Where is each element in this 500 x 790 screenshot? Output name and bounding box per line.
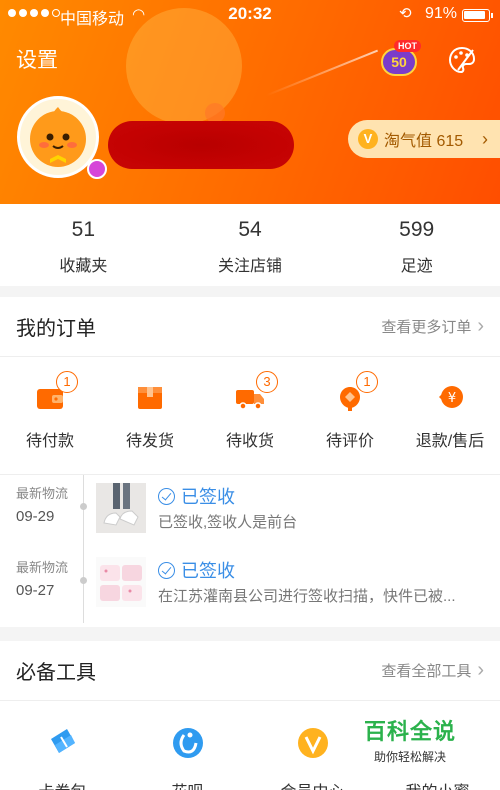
- view-all-orders-label: 查看更多订单: [381, 319, 472, 336]
- svg-text:¥: ¥: [448, 391, 456, 406]
- username-redacted: [108, 121, 294, 169]
- stat-count: 54: [238, 218, 262, 241]
- tool-label: 会员中心: [250, 778, 375, 790]
- stat-footprints[interactable]: 599 足迹: [333, 204, 500, 286]
- check-circle-icon: [158, 487, 175, 505]
- orders-section: 我的订单 查看更多订单 › 1 待付款 待发货 3 待收货 1 待评价 ¥ 退款…: [0, 297, 500, 627]
- delivery-status-label: 已签收: [181, 561, 235, 581]
- watermark-title: 百科全说: [363, 719, 456, 744]
- tool-label: 我的小蜜: [375, 778, 500, 790]
- order-pending-payment[interactable]: 1 待付款: [0, 357, 100, 474]
- view-all-tools-label: 查看全部工具: [381, 663, 472, 680]
- avatar[interactable]: [17, 96, 107, 179]
- order-label: 待收货: [225, 433, 274, 450]
- huabei-icon: [172, 728, 203, 758]
- stat-label: 关注店铺: [218, 258, 283, 275]
- order-refund[interactable]: ¥ 退款/售后: [400, 357, 500, 474]
- hot-tag: HOT: [394, 40, 421, 52]
- order-status-row: 1 待付款 待发货 3 待收货 1 待评价 ¥ 退款/售后: [0, 357, 500, 475]
- order-label: 待付款: [25, 433, 74, 450]
- order-count-badge: 1: [356, 371, 378, 393]
- stat-label: 足迹: [400, 258, 433, 275]
- taoqi-v-icon: V: [358, 129, 378, 149]
- product-thumbnail-fabric: [96, 557, 146, 607]
- stat-favorites[interactable]: 51 收藏夹: [0, 204, 167, 286]
- order-label: 退款/售后: [415, 433, 485, 450]
- battery-icon: [462, 9, 493, 22]
- vip-icon: [297, 728, 328, 758]
- tool-label: 卡券包: [0, 778, 125, 790]
- settings-button[interactable]: 设置: [16, 44, 58, 74]
- chevron-right-icon: ›: [477, 659, 484, 681]
- timeline-line: [83, 475, 84, 549]
- decor-dot: [205, 103, 225, 123]
- profile-header: 中国移动 ◠ 20:32 ⟲ 91% 设置 50 HOT V 淘气值 615 ›: [0, 0, 500, 204]
- stat-count: 599: [399, 218, 435, 241]
- timeline-dot: [80, 503, 87, 510]
- order-count-badge: 1: [56, 371, 78, 393]
- order-pending-receipt[interactable]: 3 待收货: [200, 357, 300, 474]
- level-badge-button[interactable]: 50 HOT: [378, 40, 421, 78]
- skin-palette-icon[interactable]: [446, 44, 478, 76]
- badge-pin-icon: [87, 159, 107, 179]
- delivery-status-label: 已签收: [181, 487, 235, 507]
- delivery-description: 已签收,签收人是前台: [158, 514, 298, 531]
- status-bar: 中国移动 ◠ 20:32 ⟲ 91%: [0, 0, 500, 28]
- battery-percent: 91%: [425, 5, 458, 22]
- watermark-logo: 百科全说 助你轻松解决: [340, 714, 480, 765]
- watermark-subtitle: 助你轻松解决: [373, 750, 446, 764]
- order-count-badge: 3: [256, 371, 278, 393]
- check-circle-icon: [158, 561, 175, 579]
- view-all-orders-link[interactable]: 查看更多订单 ›: [381, 315, 484, 338]
- delivery-status: 已签收: [158, 557, 235, 583]
- coupon-icon: [50, 729, 75, 753]
- timeline-dot: [80, 577, 87, 584]
- order-label: 待评价: [325, 433, 374, 450]
- order-pending-review[interactable]: 1 待评价: [300, 357, 400, 474]
- product-thumbnail-shoes: [96, 483, 146, 533]
- order-label: 待发货: [125, 433, 174, 450]
- tools-header: 必备工具 查看全部工具 ›: [0, 641, 500, 701]
- logistics-item[interactable]: 最新物流 09-29 已签收 已签收,签收人是前台: [0, 475, 500, 549]
- orders-header: 我的订单 查看更多订单 ›: [0, 297, 500, 357]
- level-badge-value: 50: [381, 48, 417, 76]
- tool-label: 花呗: [125, 778, 250, 790]
- logistics-item[interactable]: 最新物流 09-27 已签收 在江苏灌南县公司进行签收扫描，快件已被...: [0, 549, 500, 623]
- logistics-meta: 最新物流: [16, 486, 69, 501]
- taoqi-score-label: 淘气值 615: [384, 133, 464, 150]
- logistics-meta: 最新物流: [16, 560, 69, 575]
- stat-label: 收藏夹: [59, 258, 108, 275]
- rotation-lock-icon: ⟲: [399, 5, 412, 22]
- logistics-date: 09-29: [16, 508, 55, 525]
- tool-coupons[interactable]: 卡券包: [0, 701, 125, 790]
- tool-huabei[interactable]: 花呗: [125, 701, 250, 790]
- chevron-right-icon: ›: [477, 315, 484, 337]
- taoqi-score-button[interactable]: V 淘气值 615 ›: [348, 120, 500, 158]
- stat-count: 51: [71, 218, 96, 241]
- decor-streak: [265, 49, 379, 97]
- delivery-description: 在江苏灌南县公司进行签收扫描，快件已被...: [158, 588, 456, 605]
- view-all-tools-link[interactable]: 查看全部工具 ›: [381, 659, 484, 682]
- chevron-right-icon: ›: [482, 128, 488, 149]
- package-icon: [138, 387, 162, 409]
- timeline-line: [83, 549, 84, 623]
- section-title: 必备工具: [16, 662, 96, 684]
- order-pending-shipment[interactable]: 待发货: [100, 357, 200, 474]
- stats-bar: 51 收藏夹 54 关注店铺 599 足迹: [0, 204, 500, 286]
- delivery-status: 已签收: [158, 483, 235, 509]
- mascot-avatar-icon: [30, 107, 86, 167]
- logistics-date: 09-27: [16, 582, 55, 599]
- stat-followed-shops[interactable]: 54 关注店铺: [167, 204, 334, 286]
- section-title: 我的订单: [16, 318, 96, 340]
- refund-icon: ¥: [439, 386, 463, 408]
